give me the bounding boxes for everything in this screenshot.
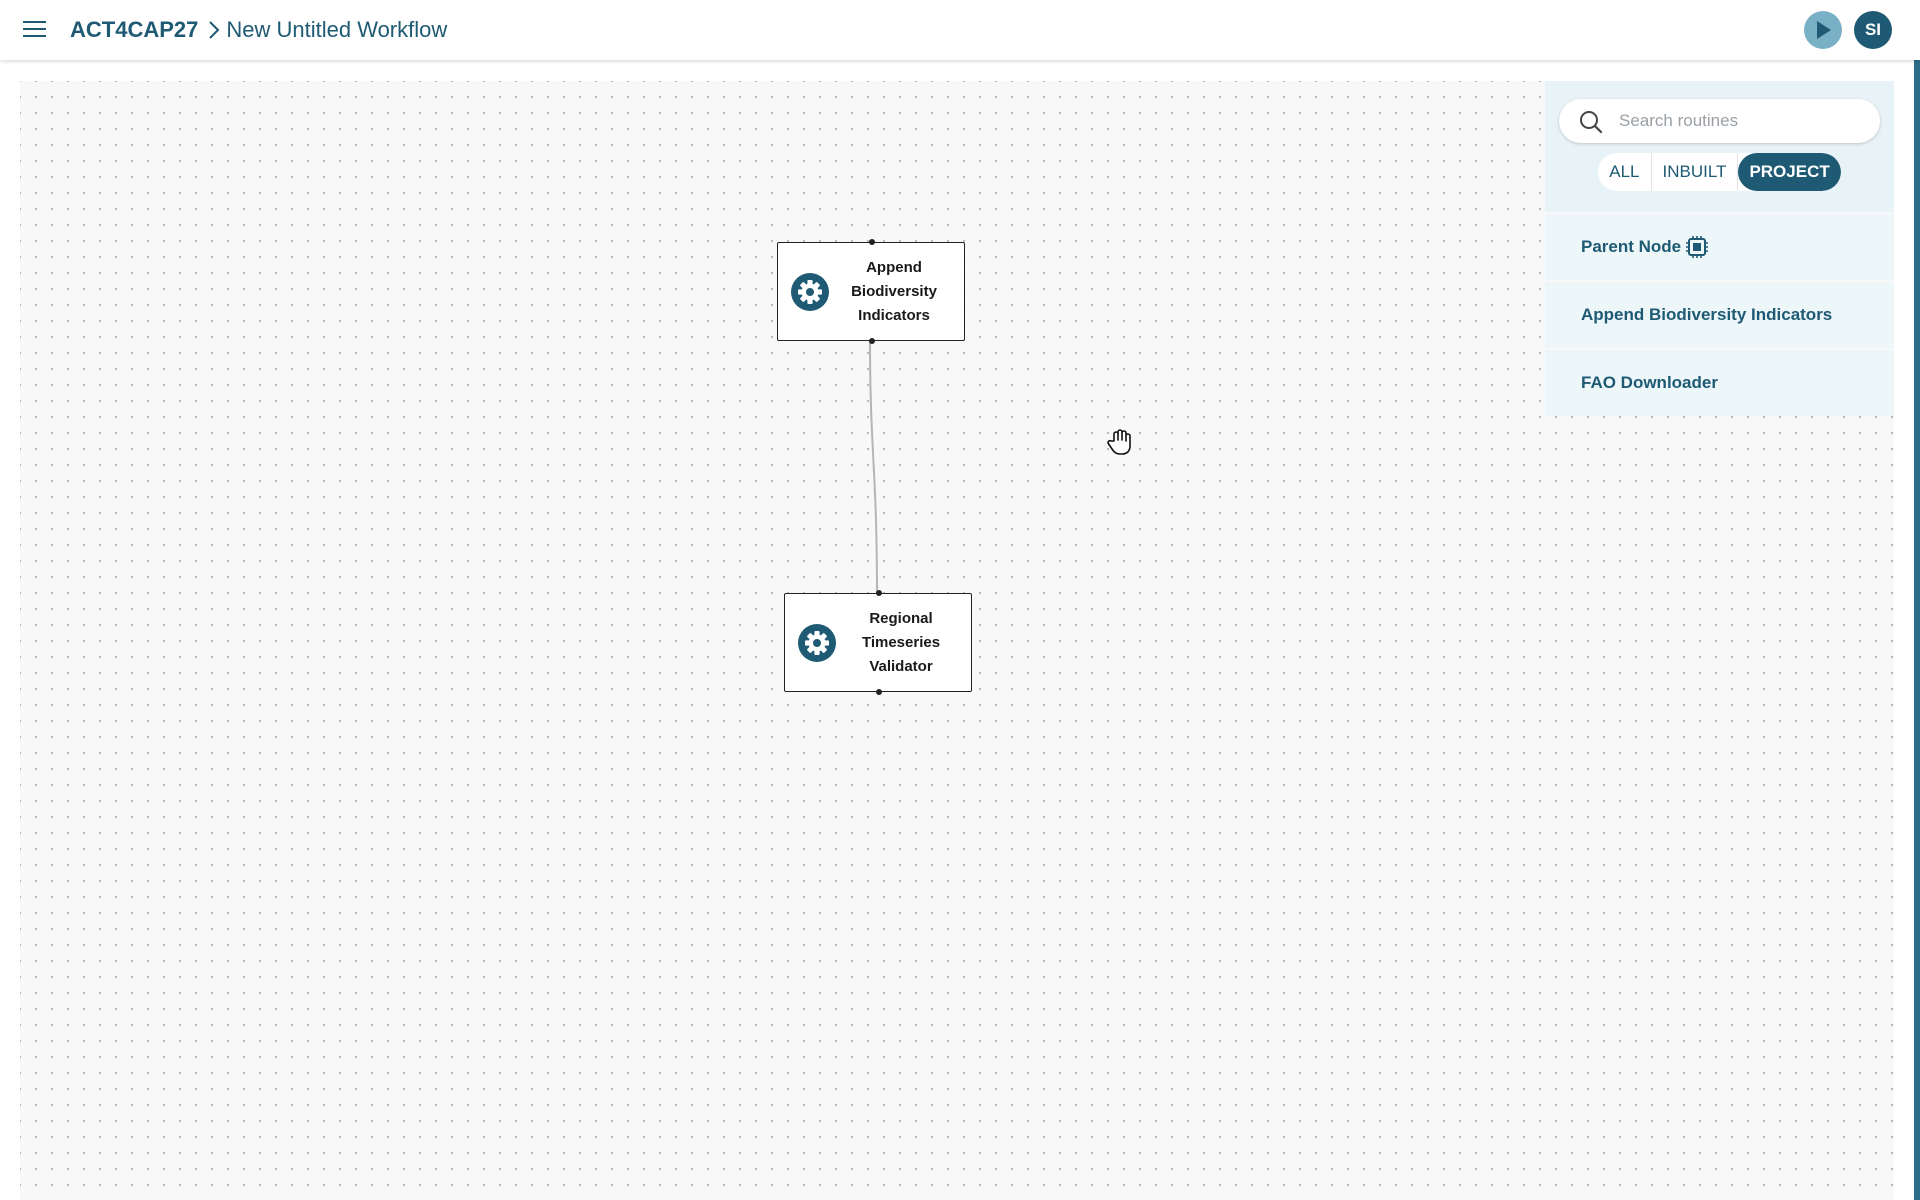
top-app-bar: ACT4CAP27 New Untitled Workflow SI [0,0,1920,60]
routine-list: Parent Node Append Biodiversity Indicato… [1545,214,1894,416]
routine-label: Append Biodiversity Indicators [1581,305,1833,324]
filter-all[interactable]: ALL [1598,153,1652,191]
routines-panel-header: ALL INBUILT PROJECT [1545,81,1894,212]
breadcrumb-project[interactable]: ACT4CAP27 [70,17,198,43]
routines-panel: ALL INBUILT PROJECT Parent Node Append B… [1545,81,1894,416]
node-input-handle[interactable] [869,239,875,245]
play-icon [1817,21,1831,39]
user-avatar[interactable]: SI [1854,11,1892,49]
filter-inbuilt[interactable]: INBUILT [1652,153,1739,191]
routine-label: Parent Node [1581,237,1682,256]
edge-append-to-validator [869,340,878,594]
gear-icon [798,623,836,662]
workflow-node[interactable]: Regional Timeseries Validator [784,590,972,695]
chevron-right-icon [208,20,220,40]
search-input[interactable] [1559,99,1880,143]
routine-item-fao-downloader[interactable]: FAO Downloader [1545,350,1894,416]
filter-button-group: ALL INBUILT PROJECT [1598,153,1841,191]
node-output-handle[interactable] [876,689,882,695]
run-workflow-button[interactable] [1804,11,1842,49]
routine-item-parent-node[interactable]: Parent Node [1545,214,1894,280]
routine-item-append-biodiversity-indicators[interactable]: Append Biodiversity Indicators [1545,282,1894,348]
filter-project[interactable]: PROJECT [1738,153,1841,191]
node-title: Regional Timeseries Validator [861,609,941,675]
node-output-handle[interactable] [869,338,875,344]
search-icon [1580,111,1603,134]
chip-icon [1685,235,1709,259]
breadcrumb: ACT4CAP27 New Untitled Workflow [70,16,447,44]
hand-grab-icon [1107,429,1131,455]
routine-label: FAO Downloader [1581,373,1718,392]
menu-button[interactable] [20,16,50,44]
hamburger-icon [23,21,46,23]
workflow-node[interactable]: Append Biodiversity Indicators [777,239,965,344]
gear-icon [791,272,829,311]
breadcrumb-workflow[interactable]: New Untitled Workflow [226,17,447,43]
node-title: Append Biodiversity Indicators [851,258,937,324]
routine-filter-toggle: ALL INBUILT PROJECT [1559,153,1880,191]
node-input-handle[interactable] [876,590,882,596]
search-box[interactable] [1559,99,1880,143]
vertical-scrollbar[interactable] [1914,60,1920,1200]
